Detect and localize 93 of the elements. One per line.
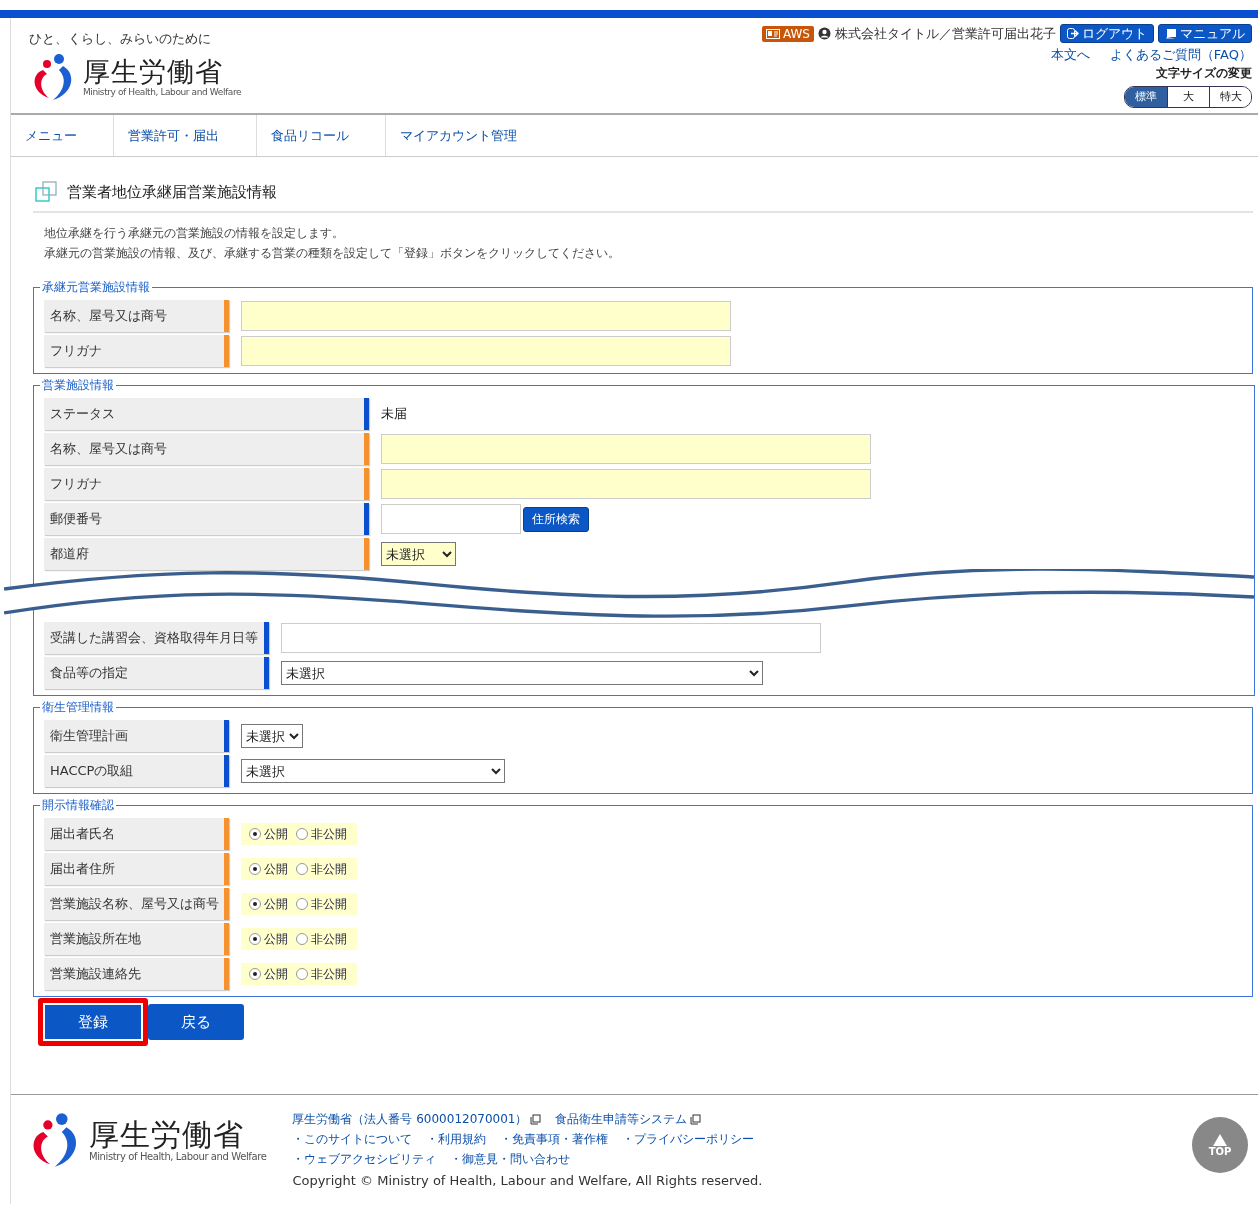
footer-link[interactable]: ・このサイトについて (292, 1131, 413, 1148)
select-field[interactable]: 未選択 (241, 724, 303, 748)
field-label: 届出者氏名 (44, 818, 229, 850)
field-label: 名称、屋号又は商号 (44, 300, 229, 332)
radio-icon[interactable] (249, 968, 261, 980)
radio-icon[interactable] (249, 933, 261, 945)
manual-button[interactable]: マニュアル (1158, 24, 1252, 43)
logo-subtitle: Ministry of Health, Labour and Welfare (89, 1151, 267, 1162)
overlapping-squares-icon (35, 181, 59, 203)
user-name: 株式会社タイトル／営業許可届出花子 (835, 24, 1056, 43)
radio-icon[interactable] (249, 863, 261, 875)
radio-icon[interactable] (249, 898, 261, 910)
description-text: 地位承継を行う承継元の営業施設の情報を設定します。 (43, 225, 345, 242)
section-legend: 営業施設情報 (40, 377, 116, 394)
radio-option[interactable]: 非公開 (296, 965, 347, 983)
address-search-button[interactable]: 住所検索 (523, 506, 589, 532)
radio-icon[interactable] (249, 828, 261, 840)
select-field[interactable]: 未選択 (241, 759, 505, 783)
status-value: 未届 (381, 405, 407, 423)
book-icon (1165, 28, 1177, 39)
page-title: 営業者地位承継届営業施設情報 (67, 182, 277, 202)
select-field[interactable]: 未選択 (281, 661, 763, 685)
radio-option[interactable]: 公開 (249, 895, 288, 913)
radio-icon[interactable] (296, 863, 308, 875)
nav-item[interactable]: マイアカウント管理 (386, 115, 586, 156)
font-size-option[interactable]: 特大 (1209, 87, 1251, 107)
footer-link[interactable]: ・免責事項・著作権 (500, 1131, 609, 1148)
register-button[interactable]: 登録 (38, 998, 148, 1046)
radio-option[interactable]: 公開 (249, 965, 288, 983)
input-field[interactable] (381, 504, 521, 534)
radio-option[interactable]: 非公開 (296, 895, 347, 913)
up-triangle-icon (1213, 1133, 1227, 1146)
radio-option[interactable]: 非公開 (296, 825, 347, 843)
input-field[interactable] (381, 434, 871, 464)
radio-icon[interactable] (296, 898, 308, 910)
field-label: 受講した講習会、資格取得年月日等 (44, 622, 269, 654)
section-legend: 衛生管理情報 (40, 699, 116, 716)
field-label: フリガナ (44, 335, 229, 367)
radio-icon[interactable] (296, 933, 308, 945)
input-field[interactable] (281, 623, 821, 653)
field-label: 都道府 (44, 538, 369, 570)
radio-option[interactable]: 公開 (249, 825, 288, 843)
font-size-option[interactable]: 標準 (1125, 87, 1167, 107)
input-field[interactable] (241, 336, 731, 366)
radio-option[interactable]: 非公開 (296, 930, 347, 948)
footer-link[interactable]: ・御意見・問い合わせ (450, 1151, 571, 1168)
logout-button[interactable]: ログアウト (1060, 24, 1154, 43)
logo-subtitle: Ministry of Health, Labour and Welfare (83, 86, 242, 97)
logout-icon (1067, 28, 1079, 39)
header-link[interactable]: 本文へ (1050, 47, 1090, 62)
field-label: 営業施設連絡先 (44, 958, 229, 990)
section-legend: 承継元営業施設情報 (40, 279, 152, 296)
footer-link[interactable]: ・プライバシーポリシー (622, 1131, 755, 1148)
field-label: 営業施設名称、屋号又は商号 (44, 888, 229, 920)
select-field[interactable]: 未選択 (381, 542, 456, 566)
back-to-top-button[interactable]: TOP (1192, 1117, 1248, 1173)
footer-link[interactable]: ・利用規約 (426, 1131, 487, 1148)
nav-item[interactable]: 食品リコール (257, 115, 386, 156)
radio-icon[interactable] (296, 828, 308, 840)
field-label: ステータス (44, 398, 369, 430)
back-button[interactable]: 戻る (148, 1004, 244, 1040)
radio-option[interactable]: 非公開 (296, 860, 347, 878)
field-label: 営業施設所在地 (44, 923, 229, 955)
external-link-icon (690, 1114, 702, 1125)
logo-title: 厚生労働省 (83, 57, 224, 87)
tagline: ひと、くらし、みらいのために (29, 30, 212, 48)
radio-option[interactable]: 公開 (249, 860, 288, 878)
radio-icon[interactable] (296, 968, 308, 980)
description-text: 承継元の営業施設の情報、及び、承継する営業の種類を設定して「登録」ボタンをクリックしてください。 (43, 245, 621, 262)
field-label: HACCPの取組 (44, 755, 229, 787)
copyright-text: Copyright © Ministry of Health, Labour and Welfare, All Rights reserved. (292, 1173, 763, 1188)
field-label: 届出者住所 (44, 853, 229, 885)
id-card-icon (765, 28, 780, 39)
radio-option[interactable]: 公開 (249, 930, 288, 948)
input-field[interactable] (381, 469, 871, 499)
nav-item[interactable]: メニュー (11, 115, 114, 156)
field-label: 衛生管理計画 (44, 720, 229, 752)
logo-title: 厚生労働省 (89, 1118, 245, 1151)
input-field[interactable] (241, 301, 731, 331)
field-label: 郵便番号 (44, 503, 369, 535)
external-link[interactable]: 食品衛生申請等システム (555, 1111, 702, 1128)
footer-link[interactable]: ・ウェブアクセシビリティ (292, 1151, 437, 1168)
field-label: フリガナ (44, 468, 369, 500)
user-icon (818, 27, 831, 40)
field-label: 名称、屋号又は商号 (44, 433, 369, 465)
header-link[interactable]: よくあるご質問（FAQ） (1109, 47, 1252, 62)
field-label: 食品等の指定 (44, 657, 269, 689)
external-link-icon (530, 1114, 542, 1125)
nav-item[interactable]: 営業許可・届出 (114, 115, 257, 156)
environment-badge: AWS (761, 25, 814, 42)
section-legend: 開示情報確認 (40, 797, 116, 814)
external-link[interactable]: 厚生労働省（法人番号 6000012070001） (292, 1111, 542, 1128)
font-size-label: 文字サイズの変更 (1156, 65, 1252, 82)
